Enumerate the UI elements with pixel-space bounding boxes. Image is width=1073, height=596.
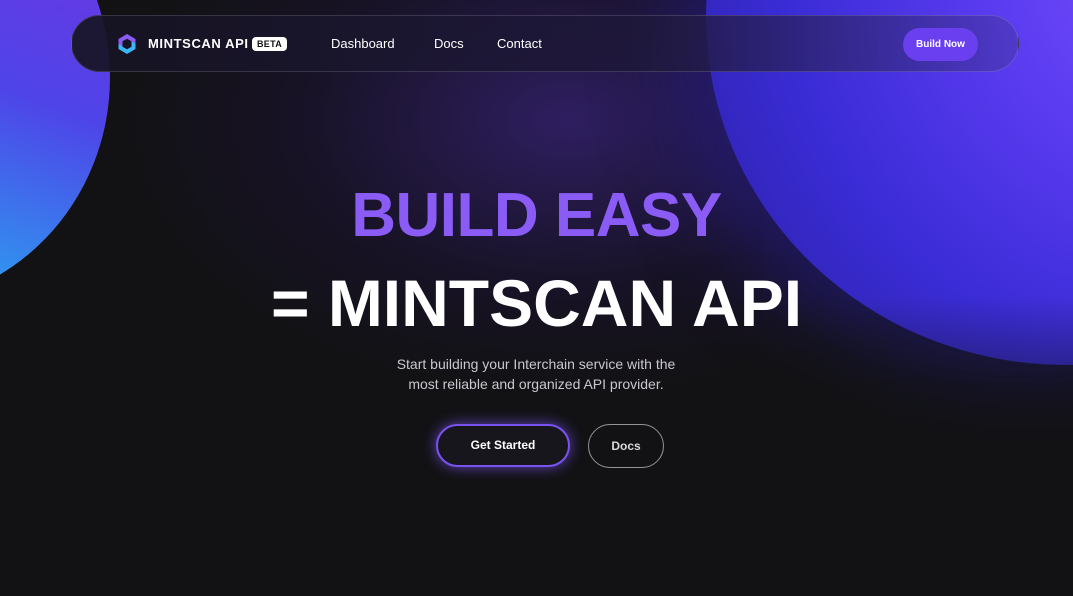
docs-button[interactable]: Docs [588,424,664,468]
hero-subtitle-line-2: most reliable and organized API provider… [408,376,664,392]
build-now-button[interactable]: Build Now [903,28,978,61]
mintscan-logo-icon[interactable] [115,32,139,56]
mintscan-logo-svg [118,34,136,54]
hero-subtitle: Start building your Interchain service w… [336,354,736,394]
beta-badge: BETA [252,37,288,51]
top-navbar: MINTSCAN API BETA Dashboard Docs Contact… [71,15,1019,72]
get-started-button[interactable]: Get Started [436,424,570,467]
hero-headline-primary: BUILD EASY [351,181,722,250]
nav-docs-link[interactable]: Docs [434,36,464,52]
brand-name[interactable]: MINTSCAN API [148,36,249,52]
nav-contact-link[interactable]: Contact [497,36,542,52]
nav-dashboard-link[interactable]: Dashboard [331,36,395,52]
hero-subtitle-line-1: Start building your Interchain service w… [396,356,676,372]
hero-headline-secondary: = MINTSCAN API [270,266,803,340]
